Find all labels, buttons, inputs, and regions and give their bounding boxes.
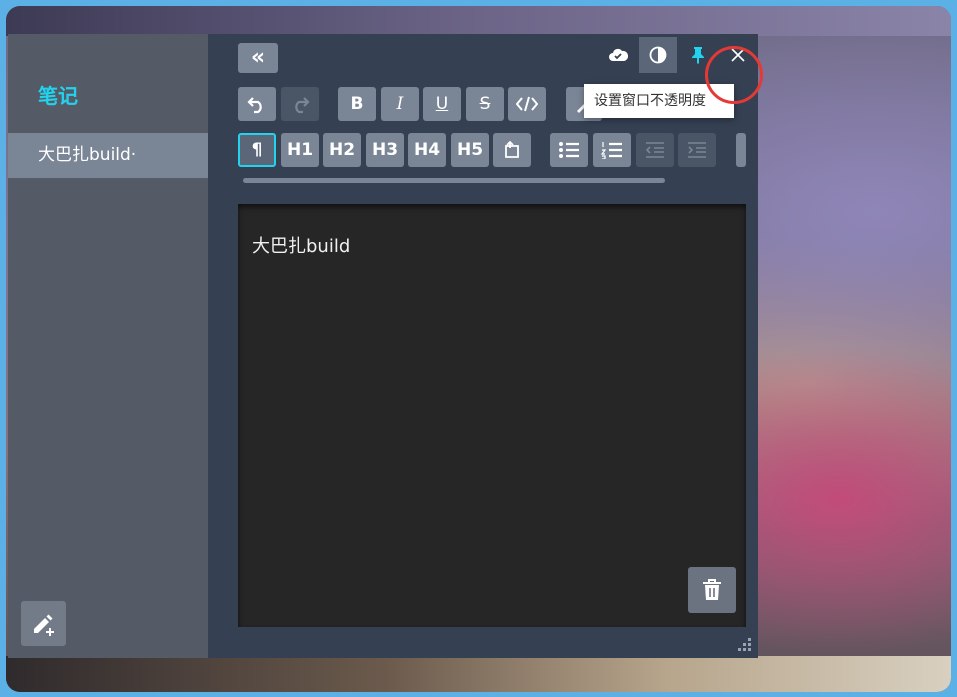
sidebar-title: 笔记 xyxy=(38,84,78,108)
resize-dots-icon xyxy=(738,638,751,651)
tag-icon xyxy=(505,140,519,158)
block-insert-button[interactable] xyxy=(493,133,531,167)
resize-grip[interactable] xyxy=(736,636,752,652)
opacity-button[interactable] xyxy=(639,37,677,73)
bullet-list-button[interactable] xyxy=(550,133,588,167)
indent-button[interactable] xyxy=(678,133,716,167)
new-note-button[interactable] xyxy=(21,601,66,646)
background-bottom xyxy=(6,656,951,692)
toolbar-overflow-button[interactable] xyxy=(736,133,746,167)
italic-button[interactable]: I xyxy=(381,87,419,121)
heading-5-button[interactable]: H5 xyxy=(451,133,489,167)
outdent-icon xyxy=(645,142,664,158)
redo-button[interactable] xyxy=(281,87,319,121)
collapse-sidebar-button[interactable]: « xyxy=(238,43,278,73)
paragraph-button[interactable]: ¶ xyxy=(238,133,276,167)
bullet-list-icon xyxy=(559,142,579,158)
note-editor-content[interactable]: 大巴扎build xyxy=(238,204,746,627)
underline-button[interactable]: U xyxy=(423,87,461,121)
editor-panel: « B I U S ¶ H1 H2 H3 H4 H5 大巴扎build 设置窗口… xyxy=(208,34,763,658)
toolbar-scrollbar[interactable] xyxy=(243,178,665,183)
undo-icon xyxy=(247,97,262,114)
background-top xyxy=(6,6,951,36)
bold-button[interactable]: B xyxy=(338,87,376,121)
edit-add-icon xyxy=(33,614,54,636)
note-body-text[interactable]: 大巴扎build xyxy=(252,232,350,258)
code-button[interactable] xyxy=(508,87,546,121)
notes-sidebar: 笔记 大巴扎build· xyxy=(8,34,208,658)
double-chevron-left-icon: « xyxy=(250,45,266,70)
outdent-button[interactable] xyxy=(636,133,674,167)
heading-4-button[interactable]: H4 xyxy=(408,133,446,167)
delete-note-button[interactable] xyxy=(688,567,736,613)
heading-2-button[interactable]: H2 xyxy=(323,133,361,167)
code-icon xyxy=(516,96,538,112)
pin-icon xyxy=(692,47,704,64)
redo-icon xyxy=(295,97,310,114)
heading-1-button[interactable]: H1 xyxy=(281,133,319,167)
contrast-icon xyxy=(649,46,667,64)
strikethrough-button[interactable]: S xyxy=(466,87,504,121)
numbered-list-icon xyxy=(601,142,622,159)
indent-icon xyxy=(688,142,706,158)
annotation-circle xyxy=(705,46,763,104)
sync-cloud-button[interactable] xyxy=(599,37,637,73)
trash-icon xyxy=(703,579,721,600)
heading-3-button[interactable]: H3 xyxy=(366,133,404,167)
numbered-list-button[interactable] xyxy=(593,133,631,167)
cloud-check-icon xyxy=(609,48,628,61)
note-list-item[interactable]: 大巴扎build· xyxy=(8,133,208,178)
undo-button[interactable] xyxy=(238,87,276,121)
